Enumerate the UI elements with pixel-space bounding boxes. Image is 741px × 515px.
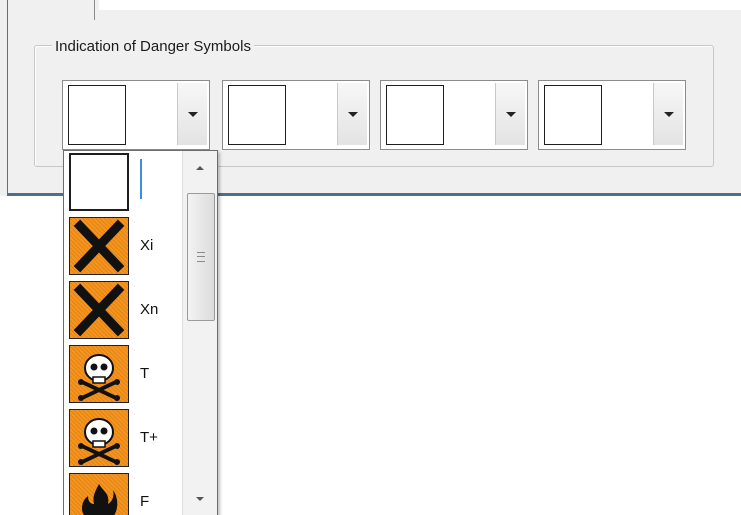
scroll-thumb[interactable] — [187, 193, 215, 321]
cross-icon — [69, 281, 129, 339]
chevron-down-icon — [187, 111, 198, 117]
screen: Indication of Danger Symbols Xi Xn T T+ … — [0, 0, 741, 515]
list-item-label: Xn — [140, 301, 159, 318]
chevron-down-icon — [505, 111, 516, 117]
list-item-xn[interactable]: Xn — [64, 279, 180, 341]
list-item-label: T — [140, 365, 150, 382]
dropdown-button[interactable] — [337, 83, 367, 145]
vertical-scrollbar[interactable] — [182, 151, 217, 515]
chevron-down-icon — [347, 111, 358, 117]
symbol-preview — [68, 85, 126, 145]
dropdown-button[interactable] — [177, 83, 207, 145]
list-item-blank[interactable] — [64, 151, 180, 213]
list-item-label: Xi — [140, 237, 154, 254]
groupbox-title: Indication of Danger Symbols — [52, 38, 254, 55]
danger-symbol-combo-1[interactable] — [62, 80, 210, 150]
chevron-down-icon — [196, 497, 204, 501]
flame-icon — [69, 473, 129, 515]
danger-symbol-combo-4[interactable] — [538, 80, 686, 150]
symbol-preview — [386, 85, 444, 145]
panel-edge — [7, 0, 8, 196]
scroll-down-button[interactable] — [183, 486, 217, 512]
list-item-label: F — [140, 493, 150, 510]
danger-symbol-dropdown-list[interactable]: Xi Xn T T+ F — [63, 150, 218, 515]
blank-symbol-icon — [69, 153, 129, 211]
symbol-preview — [228, 85, 286, 145]
cross-icon — [69, 217, 129, 275]
scroll-up-button[interactable] — [183, 155, 217, 181]
danger-symbol-combo-3[interactable] — [380, 80, 528, 150]
dropdown-button[interactable] — [653, 83, 683, 145]
dropdown-button[interactable] — [495, 83, 525, 145]
list-item-f[interactable]: F — [64, 471, 180, 515]
list-item-t-plus[interactable]: T+ — [64, 407, 180, 469]
skull-crossbones-icon — [69, 409, 129, 467]
symbol-preview — [544, 85, 602, 145]
tab-divider — [94, 0, 95, 20]
upper-area — [99, 0, 741, 10]
list-item-label: T+ — [140, 429, 158, 446]
grip-icon — [197, 252, 205, 262]
chevron-down-icon — [663, 111, 674, 117]
skull-crossbones-icon — [69, 345, 129, 403]
list-item-xi[interactable]: Xi — [64, 215, 180, 277]
chevron-up-icon — [196, 166, 204, 170]
danger-symbol-combo-2[interactable] — [222, 80, 370, 150]
text-caret — [140, 159, 142, 199]
list-item-t[interactable]: T — [64, 343, 180, 405]
